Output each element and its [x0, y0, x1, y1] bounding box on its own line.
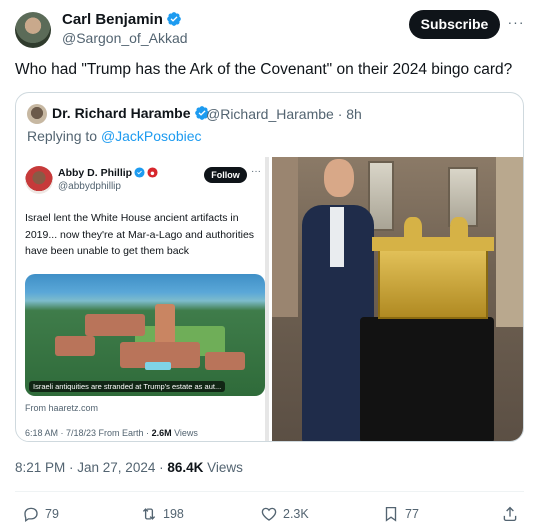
author-avatar[interactable] — [15, 12, 51, 48]
photo-ark-cherub — [404, 217, 422, 241]
embedded-scrollbar — [265, 157, 269, 441]
author-handle[interactable]: @Sargon_of_Akkad — [62, 30, 188, 46]
repost-icon — [142, 508, 156, 520]
embedded-author-avatar — [25, 166, 53, 194]
quoted-author-avatar — [27, 104, 47, 124]
reply-icon — [24, 507, 38, 523]
tweet-timestamp[interactable]: 8:21 PM · Jan 27, 2024 · 86.4K Views — [15, 460, 243, 475]
embedded-more-icon: ··· — [251, 166, 261, 177]
mar-a-lago-aerial-photo: Israeli antiquities are stranded at Trum… — [25, 274, 265, 396]
photo-roof — [85, 314, 145, 336]
embedded-link-source: From haaretz.com — [25, 403, 99, 413]
bookmark-icon — [385, 506, 397, 522]
quoted-author-name: Dr. Richard Harambe — [52, 105, 210, 121]
replying-to-prefix: Replying to — [27, 128, 101, 144]
repost-button[interactable]: 198 — [140, 505, 184, 523]
tweet-text: Who had "Trump has the Ark of the Covena… — [15, 61, 513, 78]
more-options-icon[interactable]: ··· — [506, 12, 526, 32]
embedded-author-name-text: Abby D. Phillip — [58, 167, 133, 179]
author-name[interactable]: Carl Benjamin — [62, 11, 182, 28]
view-count-label: Views — [203, 460, 243, 475]
bookmark-count: 77 — [405, 507, 419, 521]
quoted-author-name-text: Dr. Richard Harambe — [52, 105, 191, 121]
share-button[interactable] — [501, 505, 524, 523]
photo-ark-lid — [372, 237, 494, 251]
photo-caption: Israeli antiquities are stranded at Trum… — [29, 381, 226, 392]
photo-person-shirt — [330, 207, 344, 267]
verified-badge-icon — [134, 167, 145, 178]
embedded-author-name: Abby D. Phillip ● — [58, 167, 158, 179]
quoted-author-handle-time: @Richard_Harambe · 8h — [206, 106, 362, 122]
photo-black-table — [360, 317, 494, 441]
embedded-meta-views: 2.6M — [151, 428, 172, 438]
embedded-follow-button: Follow — [204, 167, 247, 183]
embedded-tweet-meta: 6:18 AM · 7/18/23 From Earth · 2.6M View… — [25, 428, 198, 438]
photo-ark-cherub — [450, 217, 468, 241]
view-count: 86.4K — [167, 460, 204, 475]
heart-icon — [261, 507, 277, 521]
repost-count: 198 — [163, 507, 184, 521]
photo-wall-column — [272, 157, 298, 317]
embedded-meta-prefix: 6:18 AM · 7/18/23 From Earth · — [25, 428, 152, 438]
embedded-tweet-text: Israel lent the White House ancient arti… — [25, 212, 255, 257]
timestamp-time[interactable]: 8:21 PM · Jan 27, 2024 · — [15, 460, 167, 475]
verified-badge-icon — [167, 12, 181, 26]
photo-golden-ark — [378, 247, 488, 319]
author-name-text[interactable]: Carl Benjamin — [62, 11, 163, 28]
quoted-image-screenshot[interactable]: Abby D. Phillip ● @abbydphillip Follow ··… — [17, 157, 271, 441]
photo-roof — [55, 336, 95, 356]
like-button[interactable]: 2.3K — [260, 505, 309, 523]
photo-roof — [205, 352, 245, 370]
ark-of-covenant-photo[interactable] — [272, 157, 523, 441]
replying-to-mention[interactable]: @JackPosobiec — [101, 128, 202, 144]
svg-text:●: ● — [151, 171, 155, 176]
replying-to: Replying to @JackPosobiec — [27, 128, 202, 144]
reply-button[interactable]: 79 — [22, 505, 59, 523]
subscribe-button[interactable]: Subscribe — [409, 10, 500, 39]
embedded-author-handle: @abbydphillip — [58, 181, 121, 192]
photo-pool — [145, 362, 171, 370]
quoted-tweet-card[interactable]: Dr. Richard Harambe @Richard_Harambe · 8… — [15, 92, 524, 442]
embedded-meta-views-label: Views — [171, 428, 198, 438]
photo-person-head — [324, 159, 354, 197]
photo-roof — [155, 304, 175, 344]
divider — [15, 491, 524, 492]
bookmark-button[interactable]: 77 — [382, 505, 419, 523]
like-count: 2.3K — [283, 507, 309, 521]
reply-count: 79 — [45, 507, 59, 521]
network-badge-icon: ● — [147, 167, 158, 178]
share-icon — [503, 506, 517, 522]
photo-wall-column — [496, 157, 523, 327]
